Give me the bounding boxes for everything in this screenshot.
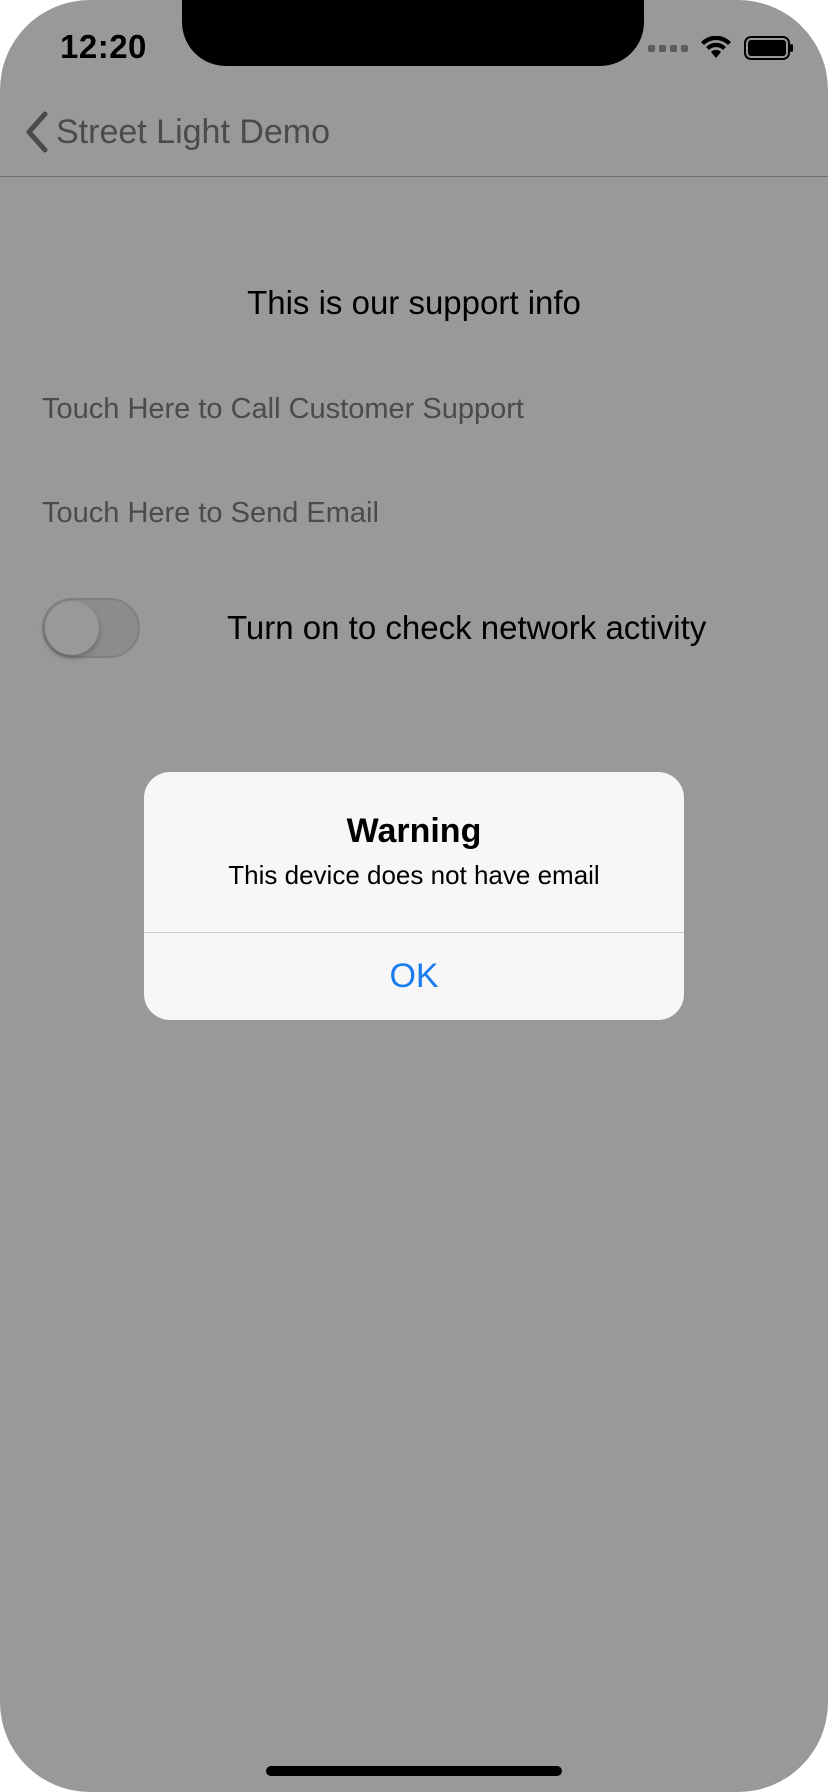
alert-message: This device does not have email	[228, 860, 600, 890]
app-screen: 12:20 Street Light Demo This is our supp…	[0, 0, 828, 1792]
alert-title: Warning	[346, 812, 482, 850]
alert-ok-button[interactable]: OK	[144, 933, 684, 1020]
home-indicator[interactable]	[266, 1766, 562, 1776]
warning-alert-dialog: Warning This device does not have email …	[144, 772, 684, 1020]
